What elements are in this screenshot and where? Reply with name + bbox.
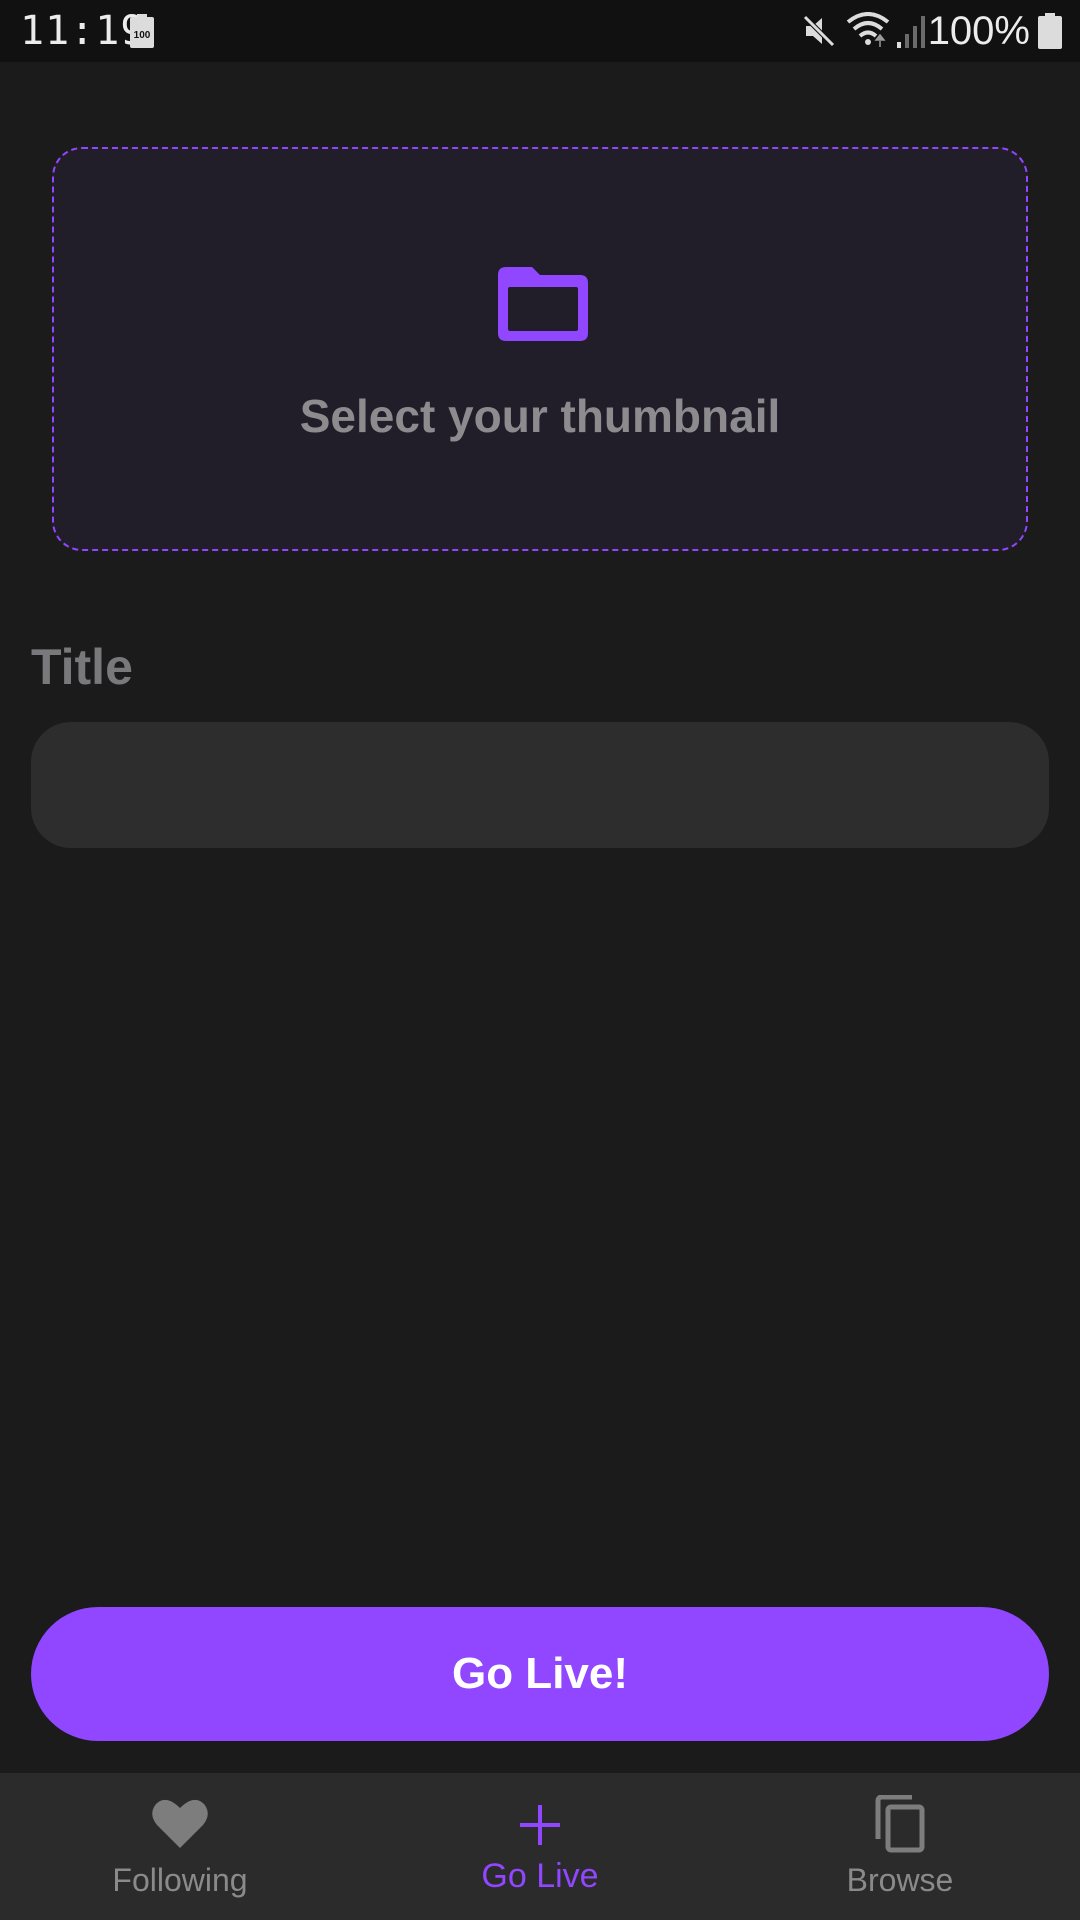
nav-item-browse[interactable]: Browse xyxy=(720,1773,1080,1920)
nav-label-browse: Browse xyxy=(846,1862,954,1898)
wifi-icon xyxy=(846,12,890,47)
battery-icon xyxy=(1038,13,1062,49)
bottom-nav: Following Go Live Browse xyxy=(0,1773,1080,1920)
go-live-screen: 11:19 100 100% Select your thumbnail Tit… xyxy=(0,0,1080,1920)
heart-icon xyxy=(152,1799,208,1848)
title-input[interactable] xyxy=(31,722,1049,848)
battery-saver-icon: 100 xyxy=(130,14,154,48)
nav-label-following: Following xyxy=(112,1862,248,1898)
title-label: Title xyxy=(31,639,133,695)
mute-icon xyxy=(803,15,835,47)
nav-label-go-live: Go Live xyxy=(481,1857,599,1895)
folder-icon xyxy=(498,267,588,341)
battery-percent: 100% xyxy=(927,9,1030,53)
battery-saver-label: 100 xyxy=(134,30,151,41)
go-live-button[interactable]: Go Live! xyxy=(31,1607,1049,1741)
copy-icon xyxy=(875,1795,925,1853)
nav-item-following[interactable]: Following xyxy=(0,1773,360,1920)
status-bar: 11:19 100 100% xyxy=(0,0,1080,62)
status-time: 11:19 xyxy=(20,8,146,54)
thumbnail-picker[interactable]: Select your thumbnail xyxy=(52,147,1028,551)
thumbnail-label: Select your thumbnail xyxy=(299,390,781,442)
plus-icon xyxy=(520,1805,560,1845)
signal-icon xyxy=(897,16,925,48)
nav-item-go-live[interactable]: Go Live xyxy=(360,1773,720,1920)
